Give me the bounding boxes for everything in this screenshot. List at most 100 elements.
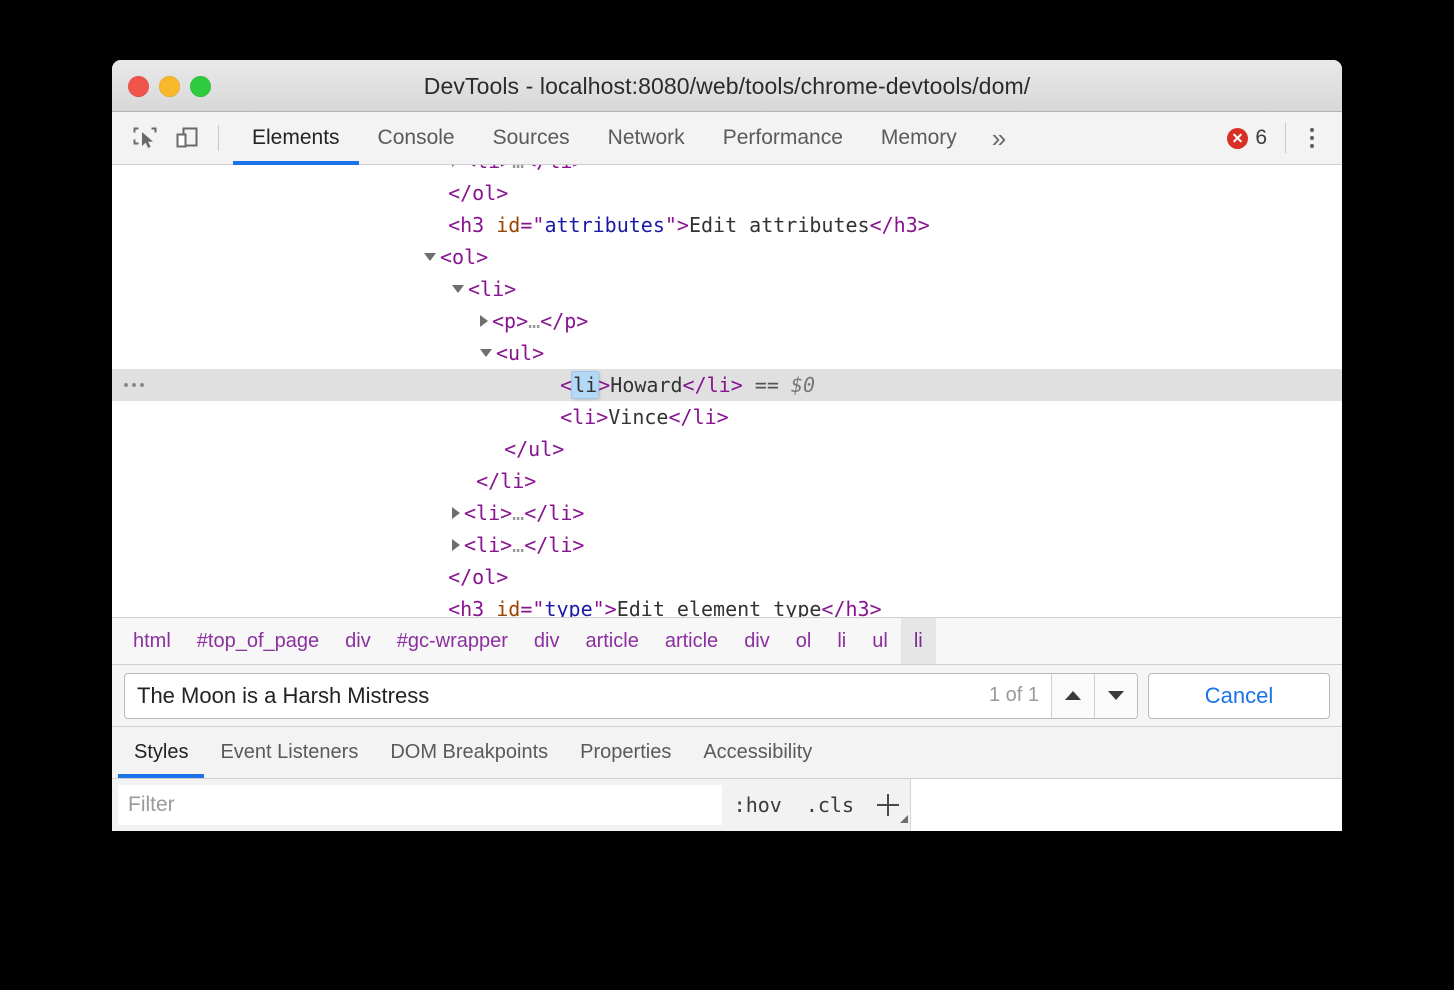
dom-tree-row[interactable]: </li>	[112, 465, 1342, 497]
tab-properties[interactable]: Properties	[564, 727, 687, 778]
code-token: <	[560, 373, 572, 397]
chevron-right-icon[interactable]	[480, 315, 488, 327]
code-token: </p>	[540, 309, 588, 333]
breadcrumb-item-li[interactable]: li	[824, 618, 859, 664]
search-next-button[interactable]	[1094, 674, 1137, 718]
dom-tree-row[interactable]: <p>…</p>	[112, 305, 1342, 337]
breadcrumb-item-ul[interactable]: ul	[859, 618, 901, 664]
chevron-right-icon[interactable]	[452, 539, 460, 551]
dom-tree-row-selected[interactable]: <li>Howard</li> == $0	[112, 369, 1342, 401]
panel-tabs: Elements Console Sources Network Perform…	[233, 112, 1022, 165]
element-classes-button[interactable]: .cls	[794, 793, 866, 817]
breadcrumb-item-li[interactable]: li	[901, 618, 936, 664]
dom-tree-row-code: <li>Vince</li>	[536, 401, 729, 433]
dom-tree-row[interactable]: <li>…</li>	[112, 497, 1342, 529]
dom-tree-row-code: </li>	[452, 465, 536, 497]
dom-tree-row[interactable]: <li>	[112, 273, 1342, 305]
dom-tree-row[interactable]: <ul>	[112, 337, 1342, 369]
plus-icon[interactable]	[866, 783, 910, 827]
tab-event-listeners[interactable]: Event Listeners	[204, 727, 374, 778]
toolbar-right: 6	[1221, 118, 1342, 158]
breadcrumb-item-top_of_page[interactable]: #top_of_page	[184, 618, 332, 664]
dom-tree-row-code: <h3 id="attributes">Edit attributes</h3>	[424, 209, 930, 241]
tab-accessibility[interactable]: Accessibility	[687, 727, 828, 778]
tree-indent-spacer	[452, 469, 476, 493]
tab-styles[interactable]: Styles	[118, 727, 204, 778]
code-token: <li>	[464, 165, 512, 173]
dom-tree-row-code: </ol>	[424, 561, 508, 593]
code-token: type	[544, 597, 592, 617]
tree-indent-spacer	[424, 181, 448, 205]
chevron-down-icon[interactable]	[452, 285, 464, 293]
code-token: <h3	[448, 213, 496, 237]
device-toolbar-icon[interactable]	[166, 119, 208, 157]
tab-accessibility-label: Accessibility	[703, 741, 812, 764]
tab-memory[interactable]: Memory	[862, 112, 976, 165]
force-state-button[interactable]: :hov	[722, 793, 794, 817]
breadcrumb-item-label: div	[744, 630, 770, 653]
tag-name-edit-field[interactable]: li	[572, 372, 598, 398]
dom-tree-panel[interactable]: <li>…</li> </ol> <h3 id="attributes">Edi…	[112, 165, 1342, 617]
dom-tree-row[interactable]: <ol>	[112, 241, 1342, 273]
more-tabs-button[interactable]: »	[976, 112, 1022, 165]
dom-tree-row[interactable]: </ul>	[112, 433, 1342, 465]
tab-network[interactable]: Network	[589, 112, 704, 165]
tab-elements[interactable]: Elements	[233, 112, 359, 165]
dom-tree-row-code: <li>Howard</li> == $0	[536, 369, 815, 401]
kebab-menu-icon[interactable]	[1292, 118, 1332, 158]
code-token: $0	[791, 373, 815, 397]
chevron-down-icon[interactable]	[424, 253, 436, 261]
dom-tree-row-code: <li>…</li>	[452, 529, 584, 561]
search-input[interactable]	[125, 674, 977, 718]
breadcrumb-item-label: div	[534, 630, 560, 653]
dom-tree-row[interactable]: <li>…</li>	[112, 165, 1342, 177]
dom-tree-row[interactable]: </ol>	[112, 177, 1342, 209]
breadcrumb-item-div[interactable]: div	[332, 618, 384, 664]
dom-tree-row[interactable]: </ol>	[112, 561, 1342, 593]
tree-indent-spacer	[424, 565, 448, 589]
row-overflow-dots-icon[interactable]	[124, 369, 144, 401]
dom-tree-row[interactable]: <li>Vince</li>	[112, 401, 1342, 433]
chevron-right-icon[interactable]	[452, 165, 460, 167]
code-token: ">	[665, 213, 689, 237]
code-token: …	[528, 309, 540, 333]
tab-console[interactable]: Console	[359, 112, 474, 165]
tab-styles-label: Styles	[134, 741, 188, 764]
code-token: ="	[520, 597, 544, 617]
resize-grip-icon	[900, 815, 908, 823]
code-token: ">	[593, 597, 617, 617]
breadcrumb-item-html[interactable]: html	[120, 618, 184, 664]
tab-performance-label: Performance	[723, 126, 843, 150]
inspect-element-icon[interactable]	[124, 119, 166, 157]
dom-tree-row-code: <ul>	[480, 337, 544, 369]
error-count-indicator[interactable]: 6	[1221, 126, 1279, 150]
tab-performance[interactable]: Performance	[704, 112, 862, 165]
breadcrumb-item-ol[interactable]: ol	[783, 618, 825, 664]
breadcrumb: html #top_of_page div #gc-wrapper div article…	[112, 617, 1342, 665]
search-cancel-button[interactable]: Cancel	[1148, 673, 1330, 719]
breadcrumb-item-article[interactable]: article	[572, 618, 651, 664]
chevron-down-icon[interactable]	[480, 349, 492, 357]
tab-sources[interactable]: Sources	[474, 112, 589, 165]
dom-tree-row[interactable]: <h3 id="attributes">Edit attributes</h3>	[112, 209, 1342, 241]
breadcrumb-item-label: html	[133, 630, 171, 653]
breadcrumb-item-div[interactable]: div	[521, 618, 573, 664]
breadcrumb-item-article[interactable]: article	[652, 618, 731, 664]
dom-tree-row-code: <h3 id="type">Edit element type</h3>	[424, 593, 882, 617]
breadcrumb-item-label: li	[914, 630, 923, 653]
dom-tree-row[interactable]: <h3 id="type">Edit element type</h3>	[112, 593, 1342, 617]
chevron-right-icon[interactable]	[452, 507, 460, 519]
code-token: <ul>	[496, 341, 544, 365]
dom-tree-row[interactable]: <li>…</li>	[112, 529, 1342, 561]
tab-event-listeners-label: Event Listeners	[220, 741, 358, 764]
search-prev-button[interactable]	[1051, 674, 1094, 718]
code-token: <li>	[560, 405, 608, 429]
tab-properties-label: Properties	[580, 741, 671, 764]
breadcrumb-item-div[interactable]: div	[731, 618, 783, 664]
breadcrumb-item-gc-wrapper[interactable]: #gc-wrapper	[384, 618, 521, 664]
styles-filter-input[interactable]	[118, 785, 722, 825]
code-token: Howard	[610, 373, 682, 397]
tab-dom-breakpoints[interactable]: DOM Breakpoints	[374, 727, 564, 778]
breadcrumb-item-label: div	[345, 630, 371, 653]
tab-console-label: Console	[378, 126, 455, 150]
